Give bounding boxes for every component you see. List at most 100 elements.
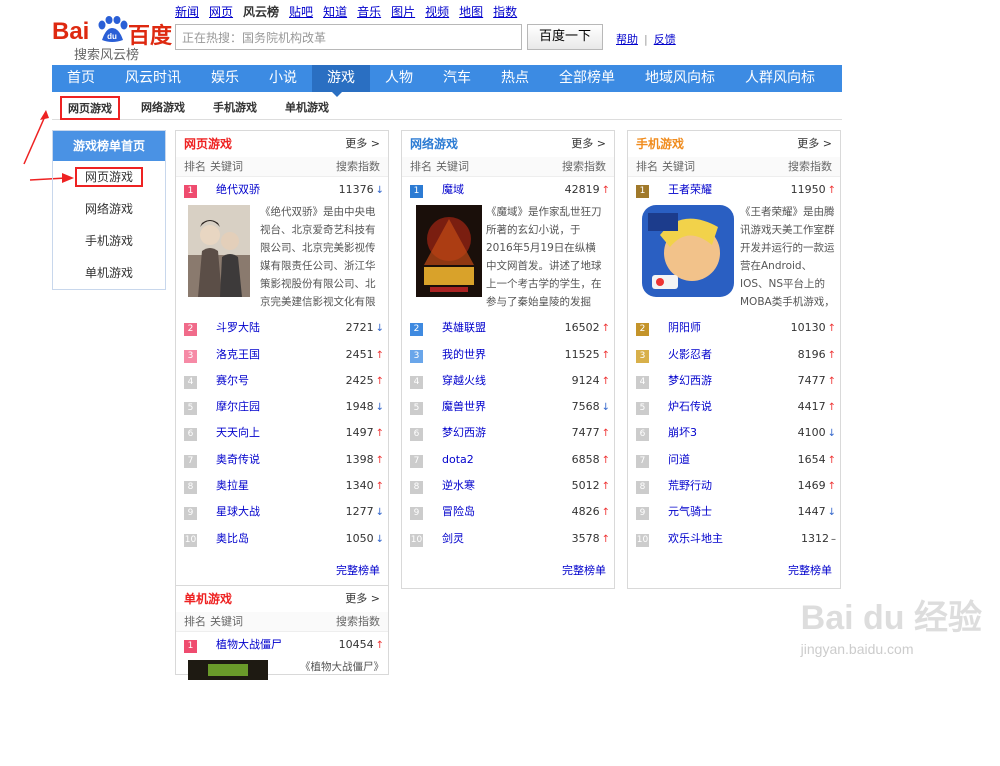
keyword[interactable]: 奥拉星 xyxy=(216,473,249,499)
nav-games[interactable]: 游戏 xyxy=(312,65,370,92)
table-row[interactable]: 5 摩尔庄园 1948 ↓ xyxy=(176,394,388,420)
table-row[interactable]: 5 炉石传说 4417 ↑ xyxy=(628,394,840,420)
more-link[interactable]: 更多 > xyxy=(345,131,380,157)
top-nav-map[interactable]: 地图 xyxy=(459,5,483,19)
subnav-online-games[interactable]: 网络游戏 xyxy=(141,99,185,115)
top-nav-music[interactable]: 音乐 xyxy=(357,5,381,19)
keyword[interactable]: 斗罗大陆 xyxy=(216,315,260,341)
top-nav-fengyunbang[interactable]: 风云榜 xyxy=(243,5,279,19)
table-row[interactable]: 9 星球大战 1277 ↓ xyxy=(176,499,388,525)
top-nav-news[interactable]: 新闻 xyxy=(175,5,199,19)
table-row[interactable]: 1 绝代双骄 11376 ↓ xyxy=(176,177,388,203)
table-row[interactable]: 10 剑灵 3578 ↑ xyxy=(402,526,614,552)
full-list-link[interactable]: 完整榜单 xyxy=(628,552,840,588)
table-row[interactable]: 3 火影忍者 8196 ↑ xyxy=(628,342,840,368)
game-cover-image[interactable] xyxy=(416,205,482,298)
more-link[interactable]: 更多 > xyxy=(797,131,832,157)
search-button[interactable]: 百度一下 xyxy=(527,24,603,50)
nav-hot[interactable]: 热点 xyxy=(486,65,544,92)
sidebar-item-web-games[interactable]: 网页游戏 xyxy=(53,161,165,193)
keyword[interactable]: 奥奇传说 xyxy=(216,447,260,473)
top-nav-web[interactable]: 网页 xyxy=(209,5,233,19)
sidebar-item-single-games[interactable]: 单机游戏 xyxy=(53,257,165,289)
keyword[interactable]: 英雄联盟 xyxy=(442,315,486,341)
table-row[interactable]: 5 魔兽世界 7568 ↓ xyxy=(402,394,614,420)
search-input[interactable]: 正在热搜：国务院机构改革 xyxy=(175,24,522,50)
table-row[interactable]: 3 我的世界 11525 ↑ xyxy=(402,342,614,368)
table-row[interactable]: 8 逆水寒 5012 ↑ xyxy=(402,473,614,499)
top-nav-images[interactable]: 图片 xyxy=(391,5,415,19)
table-row[interactable]: 3 洛克王国 2451 ↑ xyxy=(176,342,388,368)
top-nav-zhidao[interactable]: 知道 xyxy=(323,5,347,19)
keyword[interactable]: 植物大战僵尸 xyxy=(216,632,282,658)
table-row[interactable]: 4 穿越火线 9124 ↑ xyxy=(402,368,614,394)
keyword[interactable]: 赛尔号 xyxy=(216,368,249,394)
table-row[interactable]: 1 植物大战僵尸 10454 ↑ xyxy=(176,632,388,658)
keyword[interactable]: 我的世界 xyxy=(442,342,486,368)
nav-entertainment[interactable]: 娱乐 xyxy=(196,65,254,92)
subnav-single-games[interactable]: 单机游戏 xyxy=(285,99,329,115)
game-icon-image[interactable] xyxy=(642,205,734,298)
keyword[interactable]: 问道 xyxy=(668,447,690,473)
keyword[interactable]: 星球大战 xyxy=(216,499,260,525)
sidebar-item-mobile-games[interactable]: 手机游戏 xyxy=(53,225,165,257)
nav-all-lists[interactable]: 全部榜单 xyxy=(544,65,630,92)
feedback-link[interactable]: 反馈 xyxy=(654,33,676,46)
help-link[interactable]: 帮助 xyxy=(616,33,638,46)
full-list-link[interactable]: 完整榜单 xyxy=(176,552,388,588)
table-row[interactable]: 6 崩坏3 4100 ↓ xyxy=(628,420,840,446)
nav-crowd[interactable]: 人群风向标 xyxy=(730,65,830,92)
keyword[interactable]: 天天向上 xyxy=(216,420,260,446)
nav-people[interactable]: 人物 xyxy=(370,65,428,92)
nav-news[interactable]: 风云时讯 xyxy=(110,65,196,92)
nav-novel[interactable]: 小说 xyxy=(254,65,312,92)
table-row[interactable]: 2 英雄联盟 16502 ↑ xyxy=(402,315,614,341)
table-row[interactable]: 1 王者荣耀 11950 ↑ xyxy=(628,177,840,203)
sidebar-item-online-games[interactable]: 网络游戏 xyxy=(53,193,165,225)
keyword[interactable]: 绝代双骄 xyxy=(216,177,260,203)
more-link[interactable]: 更多 > xyxy=(345,586,380,612)
table-row[interactable]: 2 阴阳师 10130 ↑ xyxy=(628,315,840,341)
keyword[interactable]: 魔兽世界 xyxy=(442,394,486,420)
table-row[interactable]: 7 dota2 6858 ↑ xyxy=(402,447,614,473)
keyword[interactable]: 荒野行动 xyxy=(668,473,712,499)
keyword[interactable]: 洛克王国 xyxy=(216,342,260,368)
keyword[interactable]: 阴阳师 xyxy=(668,315,701,341)
full-list-link[interactable]: 完整榜单 xyxy=(402,552,614,588)
keyword[interactable]: 剑灵 xyxy=(442,526,464,552)
baidu-logo[interactable]: Bai du 百度 搜索风云榜 xyxy=(52,8,172,63)
table-row[interactable]: 6 天天向上 1497 ↑ xyxy=(176,420,388,446)
table-row[interactable]: 4 赛尔号 2425 ↑ xyxy=(176,368,388,394)
subnav-mobile-games[interactable]: 手机游戏 xyxy=(213,99,257,115)
keyword[interactable]: 元气骑士 xyxy=(668,499,712,525)
more-link[interactable]: 更多 > xyxy=(571,131,606,157)
table-row[interactable]: 7 问道 1654 ↑ xyxy=(628,447,840,473)
nav-home[interactable]: 首页 xyxy=(52,65,110,92)
keyword[interactable]: 冒险岛 xyxy=(442,499,475,525)
keyword[interactable]: 逆水寒 xyxy=(442,473,475,499)
table-row[interactable]: 7 奥奇传说 1398 ↑ xyxy=(176,447,388,473)
table-row[interactable]: 8 荒野行动 1469 ↑ xyxy=(628,473,840,499)
keyword[interactable]: 奥比岛 xyxy=(216,526,249,552)
top-nav-index[interactable]: 指数 xyxy=(493,5,517,19)
table-row[interactable]: 2 斗罗大陆 2721 ↓ xyxy=(176,315,388,341)
table-row[interactable]: 9 元气骑士 1447 ↓ xyxy=(628,499,840,525)
game-cover-image[interactable] xyxy=(188,660,268,681)
nav-auto[interactable]: 汽车 xyxy=(428,65,486,92)
keyword[interactable]: 欢乐斗地主 xyxy=(668,526,723,552)
drama-poster-image[interactable] xyxy=(188,205,250,298)
table-row[interactable]: 1 魔域 42819 ↑ xyxy=(402,177,614,203)
nav-region[interactable]: 地域风向标 xyxy=(630,65,730,92)
keyword[interactable]: 摩尔庄园 xyxy=(216,394,260,420)
table-row[interactable]: 6 梦幻西游 7477 ↑ xyxy=(402,420,614,446)
keyword[interactable]: 崩坏3 xyxy=(668,420,697,446)
table-row[interactable]: 9 冒险岛 4826 ↑ xyxy=(402,499,614,525)
keyword[interactable]: 魔域 xyxy=(442,177,464,203)
keyword[interactable]: 梦幻西游 xyxy=(442,420,486,446)
top-nav-tieba[interactable]: 贴吧 xyxy=(289,5,313,19)
keyword[interactable]: 火影忍者 xyxy=(668,342,712,368)
sidebar-head[interactable]: 游戏榜单首页 xyxy=(53,131,165,161)
keyword[interactable]: 王者荣耀 xyxy=(668,177,712,203)
table-row[interactable]: 8 奥拉星 1340 ↑ xyxy=(176,473,388,499)
table-row[interactable]: 10 奥比岛 1050 ↓ xyxy=(176,526,388,552)
